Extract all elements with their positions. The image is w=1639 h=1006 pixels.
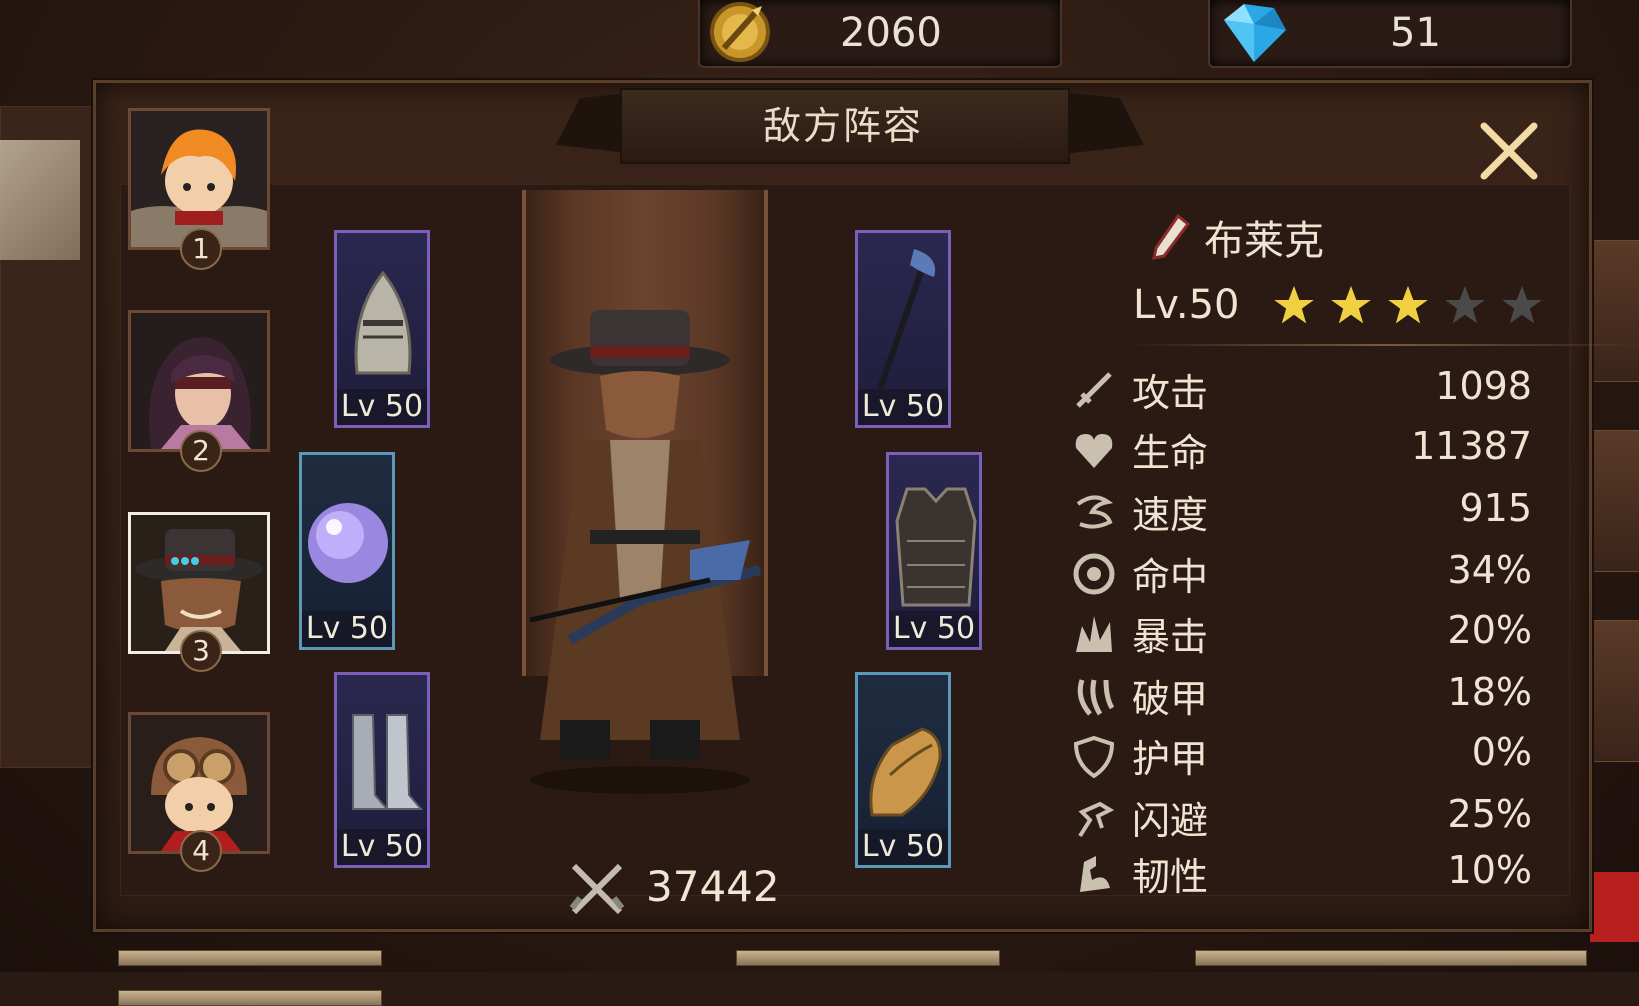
shield-icon — [1073, 735, 1115, 778]
hero-number-2: 2 — [180, 430, 222, 472]
stat-label: 闪避 — [1132, 799, 1209, 843]
stat-label: 韧性 — [1132, 855, 1209, 899]
orange-hair-knight-portrait — [131, 111, 267, 247]
stat-label: 攻击 — [1132, 371, 1209, 415]
stat-row-3: 命中 34% — [1072, 546, 1532, 600]
equip-slot-gloves[interactable]: Lv 50 — [855, 672, 951, 868]
burst-icon — [1076, 616, 1112, 652]
stat-row-2: 速度 915 — [1072, 484, 1532, 538]
equip-slot-armor[interactable]: Lv 50 — [886, 452, 982, 650]
heart-icon — [1075, 434, 1113, 468]
dodge-icon — [1078, 801, 1115, 838]
blue-gem-icon — [1224, 4, 1286, 62]
crossed-swords-icon — [569, 863, 625, 915]
muscle-icon — [1080, 856, 1110, 892]
gunslinger-character-sprite — [529, 310, 762, 794]
stat-row-7: 闪避 25% — [1072, 790, 1532, 844]
bottom-tab-right[interactable] — [1195, 950, 1587, 966]
gem-value: 51 — [1390, 10, 1441, 56]
stat-label: 生命 — [1132, 431, 1209, 475]
equip-level-helmet: Lv 50 — [337, 389, 427, 425]
chest-armor-icon — [895, 487, 977, 607]
star-filled-icon — [1382, 280, 1434, 329]
gold-value: 2060 — [840, 10, 942, 56]
stat-value: 18% — [1447, 670, 1532, 714]
sword-icon — [1076, 372, 1112, 408]
star-filled-icon — [1268, 280, 1320, 329]
gold-currency-bar: 2060 — [698, 0, 1062, 68]
hero-number-4: 4 — [180, 830, 222, 872]
stat-row-4: 暴击 20% — [1072, 606, 1532, 660]
equip-level-gloves: Lv 50 — [858, 829, 948, 865]
gauntlet-icon — [869, 727, 942, 817]
armored-boots-icon — [352, 714, 423, 810]
target-icon — [1073, 553, 1115, 595]
equip-level-armor: Lv 50 — [889, 611, 979, 647]
brush-icon — [1152, 213, 1191, 260]
stat-value: 10% — [1447, 848, 1532, 892]
stat-value: 1098 — [1435, 364, 1532, 408]
equip-slot-orb[interactable]: Lv 50 — [299, 452, 395, 650]
equip-level-weapon: Lv 50 — [858, 389, 948, 425]
right-background-thumb — [1590, 620, 1639, 762]
equip-slot-weapon[interactable]: Lv 50 — [855, 230, 951, 428]
star-filled-icon — [1325, 280, 1377, 329]
stat-row-8: 韧性 10% — [1072, 846, 1532, 900]
star-rating — [1268, 280, 1548, 334]
info-divider — [1126, 344, 1639, 346]
close-x-icon[interactable] — [1476, 118, 1542, 184]
stat-label: 暴击 — [1132, 615, 1209, 659]
sword-coin-icon — [710, 2, 770, 62]
stat-row-0: 攻击 1098 — [1072, 362, 1532, 416]
stat-value: 25% — [1447, 792, 1532, 836]
panel-title: 敌方阵容 — [762, 104, 923, 148]
equip-level-boots: Lv 50 — [337, 829, 427, 865]
wind-icon — [1076, 495, 1114, 529]
right-red-button-edge — [1590, 872, 1639, 942]
stat-label: 速度 — [1132, 493, 1209, 537]
stat-value: 11387 — [1411, 424, 1532, 468]
stat-label: 护甲 — [1132, 737, 1209, 781]
hero-number-1: 1 — [180, 228, 222, 270]
knight-helmet-icon — [354, 270, 412, 375]
right-background-thumb — [1590, 240, 1639, 382]
hero-name: 布莱克 — [1204, 218, 1324, 264]
claw-icon — [1077, 679, 1115, 716]
right-background-thumb — [1590, 430, 1639, 572]
equip-level-orb: Lv 50 — [302, 611, 392, 647]
combat-power: 37442 — [646, 862, 780, 911]
stat-row-5: 破甲 18% — [1072, 668, 1532, 722]
equip-slot-helmet[interactable]: Lv 50 — [334, 230, 430, 428]
bottom-tab-1[interactable] — [118, 990, 382, 1006]
stat-value: 915 — [1459, 486, 1532, 530]
blindfold-woman-portrait — [131, 313, 267, 449]
equip-slot-boots[interactable]: Lv 50 — [334, 672, 430, 868]
cane-weapon-icon — [877, 249, 936, 390]
stat-label: 命中 — [1132, 555, 1209, 599]
stat-value: 0% — [1471, 730, 1532, 774]
stat-value: 20% — [1447, 608, 1532, 652]
hero-number-3: 3 — [180, 630, 222, 672]
stat-value: 34% — [1447, 548, 1532, 592]
magic-orb-icon — [308, 503, 388, 583]
stat-row-6: 护甲 0% — [1072, 728, 1532, 782]
hero-level: Lv.50 — [1133, 282, 1240, 328]
bottom-tab-middle[interactable] — [736, 950, 1000, 966]
left-background-scroll — [0, 140, 80, 260]
star-empty-icon — [1496, 280, 1548, 329]
gem-currency-bar: 51 — [1208, 0, 1572, 68]
stat-row-1: 生命 11387 — [1072, 422, 1532, 476]
star-empty-icon — [1439, 280, 1491, 329]
bottom-tab-left[interactable] — [118, 950, 382, 966]
stat-label: 破甲 — [1132, 677, 1209, 721]
